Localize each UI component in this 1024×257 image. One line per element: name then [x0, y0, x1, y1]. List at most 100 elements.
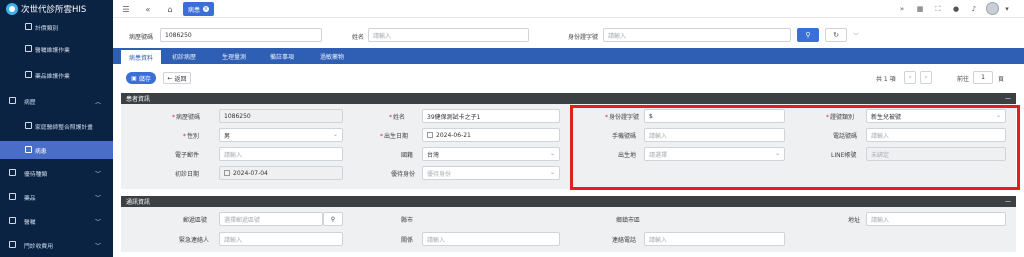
id-label: 身份證字號 — [568, 34, 599, 41]
first-visit-date: 2024-07-04 — [219, 166, 343, 180]
patient-panel-header: 患者資訊 — — [121, 93, 1016, 104]
sidebar-item-drug-maintenance[interactable]: 藥品維護作業 — [0, 66, 113, 84]
tab-notes[interactable]: 備註事項 — [261, 48, 303, 64]
relation-field[interactable]: 請輸入 — [422, 232, 560, 246]
address-field-label: 地址 — [848, 217, 861, 224]
id-search-input[interactable]: 請輸入 — [603, 28, 791, 42]
list-icon — [25, 146, 32, 153]
tag-icon — [9, 169, 16, 176]
sidebar-item-label: 計價類別 — [35, 25, 59, 32]
nationality-field-label: 國籍 — [401, 152, 414, 159]
chevron-down-icon[interactable]: ﹀ — [853, 31, 859, 40]
tab-vitals[interactable]: 生理量測 — [213, 48, 255, 64]
chart-no-field[interactable]: 1086250 — [219, 109, 343, 123]
zip-select[interactable]: 選擇郵遞區號 — [219, 212, 323, 226]
close-icon[interactable]: × — [203, 6, 210, 12]
contact-phone-field[interactable]: 請輸入 — [644, 232, 785, 246]
chevron-down-icon: ﹀ — [94, 219, 101, 226]
receipt-icon — [9, 241, 16, 248]
birthday-field-label: *出生日期 — [380, 133, 409, 140]
first-visit-field-label: 初診日期 — [175, 171, 200, 178]
sidebar-item-patients[interactable]: 病患 — [0, 141, 113, 159]
email-field[interactable]: 請輸入 — [219, 147, 343, 161]
birthday-date-input[interactable]: 2024-06-21 — [422, 128, 560, 142]
sidebar-item-orders[interactable]: 醫囑 ﹀ — [0, 212, 113, 230]
grid-icon[interactable]: ▦ — [915, 4, 925, 14]
expand-icon[interactable]: » — [897, 4, 907, 14]
search-icon: ⚲ — [805, 31, 811, 39]
home-icon[interactable]: ⌂ — [165, 3, 175, 15]
avatar[interactable] — [986, 2, 999, 15]
tab-allergies[interactable]: 過敏藥物 — [309, 48, 355, 64]
minimize-icon[interactable]: — — [1005, 95, 1011, 102]
save-button-label: 儲存 — [138, 75, 151, 83]
contact-phone-label: 連絡電話 — [612, 237, 637, 244]
sidebar-item-label: 病歷 — [24, 99, 36, 106]
search-row: 病歷號碼 1086250 姓名 請輸入 身份證字號 請輸入 ⚲ ↻ ﹀ — [113, 25, 1024, 47]
sidebar-item-label: 家庭醫師整合照護計畫 — [35, 124, 93, 131]
save-icon: ▣ — [131, 74, 137, 82]
sidebar-item-order-maintenance[interactable]: 醫囑維護作業 — [0, 40, 113, 58]
record-tabs: 病患資料 初診病歷 生理量測 備註事項 過敏藥物 — [113, 48, 1024, 64]
birthday-value: 2024-06-21 — [436, 131, 471, 139]
chevron-down-icon[interactable]: ▾ — [1002, 4, 1012, 14]
next-page-button[interactable]: › — [920, 71, 932, 84]
name-label: 姓名 — [352, 34, 365, 41]
sidebar-item-drugs[interactable]: 藥品 ﹀ — [0, 188, 113, 206]
back-button[interactable]: ← 返回 — [163, 72, 191, 84]
sidebar-item-discount-types[interactable]: 優待種類 ﹀ — [0, 164, 113, 182]
patient-panel-title: 患者資訊 — [126, 96, 151, 103]
prev-page-button[interactable]: ‹ — [904, 71, 916, 84]
search-button[interactable]: ⚲ — [797, 28, 819, 42]
calendar-icon — [224, 170, 230, 176]
minimize-icon[interactable]: — — [1005, 198, 1011, 205]
email-field-label: 電子郵件 — [175, 152, 200, 159]
chevron-down-icon: ⌄ — [332, 131, 338, 138]
refresh-icon: ↻ — [833, 31, 839, 39]
address-field[interactable]: 請輸入 — [866, 212, 1006, 226]
app-brand[interactable]: 次世代診所雲HIS — [0, 0, 113, 18]
name-field[interactable]: 39健保測試卡之子1 — [422, 109, 560, 123]
contact-panel-title: 通訊資訊 — [126, 199, 151, 206]
nationality-select[interactable]: 台灣 ⌄ — [422, 147, 560, 161]
medical-record-icon — [9, 97, 16, 104]
sidebar-item-family-doctor-plan[interactable]: 家庭醫師整合照護計畫 — [0, 117, 113, 135]
chat-icon[interactable]: ● — [951, 4, 961, 14]
pill-icon — [9, 193, 16, 200]
bell-icon[interactable]: ♪ — [969, 4, 979, 14]
discount-select[interactable]: 優待身份 ⌄ — [422, 166, 560, 180]
nationality-value: 台灣 — [427, 151, 440, 159]
zip-field-label: 郵遞區號 — [183, 217, 208, 224]
emergency-contact-field[interactable]: 請輸入 — [219, 232, 343, 246]
zip-search-button[interactable]: ⚲ — [323, 212, 343, 226]
tab-patient-info[interactable]: 病患資料 — [121, 48, 161, 64]
save-button[interactable]: ▣ 儲存 — [126, 72, 156, 84]
chevron-up-icon: ︿ — [94, 99, 101, 106]
sidebar-item-outpatient-fees[interactable]: 門診收費用 ﹀ — [0, 236, 113, 254]
gender-select[interactable]: 男 ⌄ — [219, 128, 343, 142]
sidebar-item-medical-record[interactable]: 病歷 ︿ — [0, 92, 113, 110]
list-icon — [25, 122, 32, 129]
sidebar-item-label: 門診收費用 — [24, 243, 53, 250]
pager-total: 共 1 項 — [876, 75, 896, 83]
chart-no-input[interactable]: 1086250 — [160, 28, 322, 42]
chevron-down-icon: ﹀ — [94, 171, 101, 178]
chart-no-field-label: *病歷號碼 — [172, 114, 201, 121]
sidebar-item-label: 醫囑維護作業 — [35, 47, 70, 54]
open-tab-patients[interactable]: 病患 × — [183, 2, 215, 16]
refresh-button[interactable]: ↻ — [825, 28, 847, 42]
list-icon — [25, 71, 32, 78]
emergency-contact-label: 緊急連絡人 — [179, 237, 210, 244]
sidebar-item-label: 藥品維護作業 — [35, 73, 70, 80]
tab-first-visit[interactable]: 初診病歷 — [163, 48, 205, 64]
chart-no-label: 病歷號碼 — [129, 34, 154, 41]
name-field-label: *姓名 — [389, 114, 406, 121]
collapse-icon[interactable]: « — [143, 3, 153, 15]
name-search-input[interactable]: 請輸入 — [368, 28, 529, 42]
logo-icon — [6, 3, 18, 15]
menu-icon[interactable]: ☰ — [121, 3, 131, 15]
sidebar-item-pricing-category[interactable]: 計價類別 — [0, 18, 113, 36]
fullscreen-icon[interactable]: ⛶ — [933, 4, 943, 14]
contact-panel: 郵遞區號 選擇郵遞區號 ⚲ 縣市 鄉鎮市區 地址 請輸入 緊急連絡人 請輸入 關… — [121, 207, 1016, 252]
page-number-input[interactable]: 1 — [973, 71, 993, 84]
